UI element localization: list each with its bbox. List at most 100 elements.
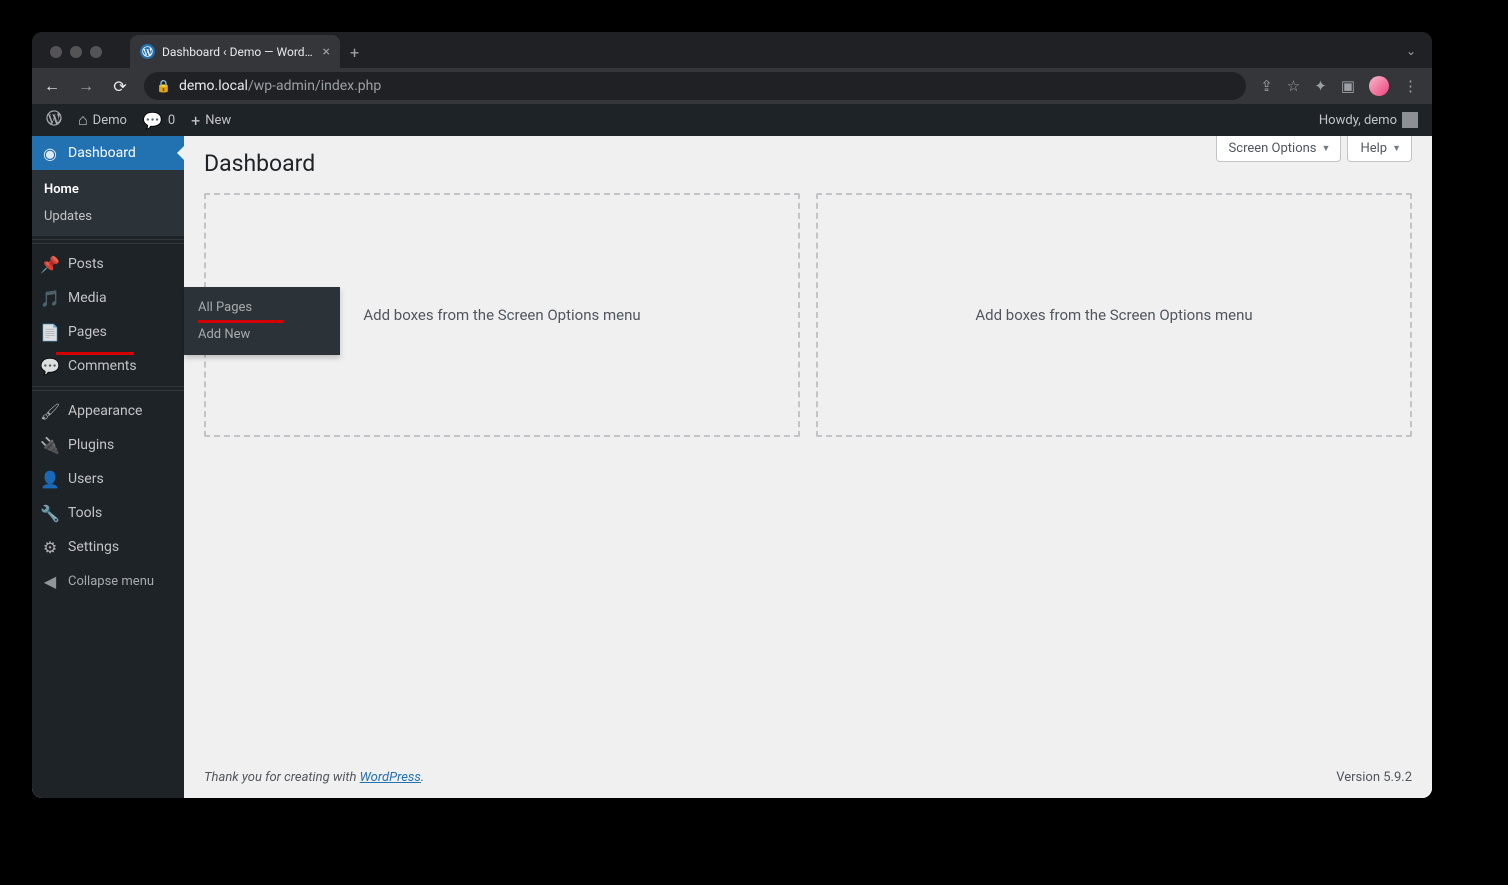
wrench-icon: 🔧 [40, 504, 60, 523]
browser-tab[interactable]: Dashboard ‹ Demo — WordPre × [130, 35, 340, 68]
menu-plugins-label: Plugins [68, 437, 114, 453]
window-zoom[interactable] [90, 46, 102, 58]
tabs-dropdown-icon[interactable]: ⌄ [1406, 44, 1416, 58]
adminbar-account[interactable]: Howdy, demo [1311, 104, 1426, 136]
adminbar-avatar [1402, 112, 1418, 128]
pin-icon: 📌 [40, 255, 60, 274]
extensions-icon[interactable]: ✦ [1314, 77, 1327, 95]
menu-separator [32, 386, 184, 391]
plus-icon: + [191, 111, 200, 130]
profile-avatar[interactable] [1369, 76, 1389, 96]
wp-footer: Thank you for creating with WordPress. V… [184, 756, 1432, 798]
lock-icon: 🔒 [156, 79, 171, 93]
screen-meta-links: Screen Options ▼ Help ▼ [1216, 136, 1412, 162]
forward-button[interactable]: → [76, 76, 96, 96]
menu-tools-label: Tools [68, 505, 102, 521]
menu-pages[interactable]: 📄 Pages [32, 315, 184, 349]
adminbar-new-label: New [205, 113, 231, 128]
submenu-dashboard: Home Updates [32, 170, 184, 236]
adminbar-wp-logo[interactable] [38, 104, 70, 136]
screen-options-label: Screen Options [1229, 141, 1317, 156]
menu-posts[interactable]: 📌 Posts [32, 247, 184, 281]
screen-options-button[interactable]: Screen Options ▼ [1216, 136, 1342, 162]
menu-pages-label: Pages [68, 324, 107, 340]
menu-plugins[interactable]: 🔌 Plugins [32, 428, 184, 462]
menu-dashboard[interactable]: ◉ Dashboard [32, 136, 184, 170]
chevron-down-icon: ▼ [1392, 143, 1401, 154]
home-icon: ⌂ [78, 110, 88, 130]
addr-right-icons: ⇪ ☆ ✦ ▣ ⋮ [1260, 76, 1422, 96]
window-close[interactable] [50, 46, 62, 58]
menu-users-label: Users [68, 471, 104, 487]
menu-media[interactable]: 🎵 Media [32, 281, 184, 315]
annotation-underline-allpages [198, 320, 284, 323]
footer-wp-link[interactable]: WordPress [360, 770, 421, 785]
new-tab-button[interactable]: + [350, 43, 359, 62]
menu-separator [32, 239, 184, 244]
window-controls [50, 46, 102, 58]
reload-button[interactable]: ⟳ [110, 77, 130, 96]
help-button[interactable]: Help ▼ [1347, 136, 1412, 162]
close-tab-icon[interactable]: × [323, 44, 330, 60]
more-icon[interactable]: ⋮ [1403, 77, 1418, 95]
footer-version: Version 5.9.2 [1336, 770, 1412, 785]
chevron-down-icon: ▼ [1322, 143, 1331, 154]
plug-icon: 🔌 [40, 436, 60, 455]
menu-media-label: Media [68, 290, 107, 306]
adminbar-howdy: Howdy, demo [1319, 113, 1397, 128]
pages-icon: 📄 [40, 323, 60, 342]
submenu-updates[interactable]: Updates [32, 203, 184, 230]
menu-settings[interactable]: ⚙ Settings [32, 530, 184, 564]
comments-icon: 💬 [40, 357, 60, 376]
widget-placeholder-text: Add boxes from the Screen Options menu [975, 306, 1252, 324]
menu-posts-label: Posts [68, 256, 104, 272]
menu-users[interactable]: 👤 Users [32, 462, 184, 496]
window-minimize[interactable] [70, 46, 82, 58]
menu-dashboard-label: Dashboard [68, 145, 136, 161]
widget-placeholder-text: Add boxes from the Screen Options menu [363, 306, 640, 324]
url-field[interactable]: 🔒 demo.local/wp-admin/index.php [144, 72, 1246, 100]
adminbar-site-label: Demo [93, 113, 127, 128]
adminbar-comments[interactable]: 💬0 [135, 104, 183, 136]
annotation-underline-pages [56, 352, 134, 355]
dashboard-widgets: Add boxes from the Screen Options menu A… [204, 193, 1412, 437]
footer-thanks: Thank you for creating with WordPress. [204, 770, 424, 785]
submenu-home[interactable]: Home [32, 176, 184, 203]
adminbar-new[interactable]: + New [183, 104, 239, 136]
wp-body: Screen Options▼ Help▼ Dashboard Add boxe… [184, 136, 1432, 798]
menu-settings-label: Settings [68, 539, 119, 555]
admin-sidebar: ◉ Dashboard Home Updates 📌 Posts 🎵 Media 📄… [32, 136, 184, 798]
tab-title: Dashboard ‹ Demo — WordPre [162, 45, 316, 59]
help-label: Help [1360, 141, 1387, 156]
menu-collapse[interactable]: ◀ Collapse menu [32, 564, 184, 598]
wp-admin-bar: ⌂Demo 💬0 +New Howdy, demo [32, 104, 1432, 136]
sidepanel-icon[interactable]: ▣ [1341, 77, 1355, 95]
media-icon: 🎵 [40, 289, 60, 308]
menu-comments-label: Comments [68, 358, 137, 374]
bookmark-icon[interactable]: ☆ [1287, 77, 1300, 95]
adminbar-site[interactable]: ⌂ Demo [70, 104, 135, 136]
page-viewport: ⌂Demo 💬0 +New Howdy, demo ◉ Dashboard Ho… [32, 104, 1432, 798]
comment-icon: 💬 [143, 111, 163, 130]
browser-window: Dashboard ‹ Demo — WordPre × + ⌄ ← → ⟳ 🔒… [32, 32, 1432, 798]
flyout-add-new[interactable]: Add New [184, 321, 340, 348]
wordpress-icon [46, 110, 62, 130]
menu-tools[interactable]: 🔧 Tools [32, 496, 184, 530]
menu-appearance[interactable]: 🖌 Appearance [32, 394, 184, 428]
share-icon[interactable]: ⇪ [1260, 77, 1273, 95]
settings-icon: ⚙ [40, 538, 60, 557]
tab-bar: Dashboard ‹ Demo — WordPre × + ⌄ [32, 32, 1432, 68]
collapse-icon: ◀ [40, 572, 60, 591]
url-text: demo.local/wp-admin/index.php [179, 78, 381, 94]
menu-collapse-label: Collapse menu [68, 574, 154, 589]
widget-box-right: Add boxes from the Screen Options menu [816, 193, 1412, 437]
brush-icon: 🖌 [40, 402, 60, 421]
user-icon: 👤 [40, 470, 60, 489]
address-bar: ← → ⟳ 🔒 demo.local/wp-admin/index.php ⇪ … [32, 68, 1432, 104]
back-button[interactable]: ← [42, 76, 62, 96]
dashboard-icon: ◉ [40, 144, 60, 163]
adminbar-comments-count: 0 [168, 113, 175, 128]
wordpress-favicon [140, 44, 155, 59]
flyout-all-pages[interactable]: All Pages [184, 294, 340, 321]
menu-appearance-label: Appearance [68, 403, 142, 419]
